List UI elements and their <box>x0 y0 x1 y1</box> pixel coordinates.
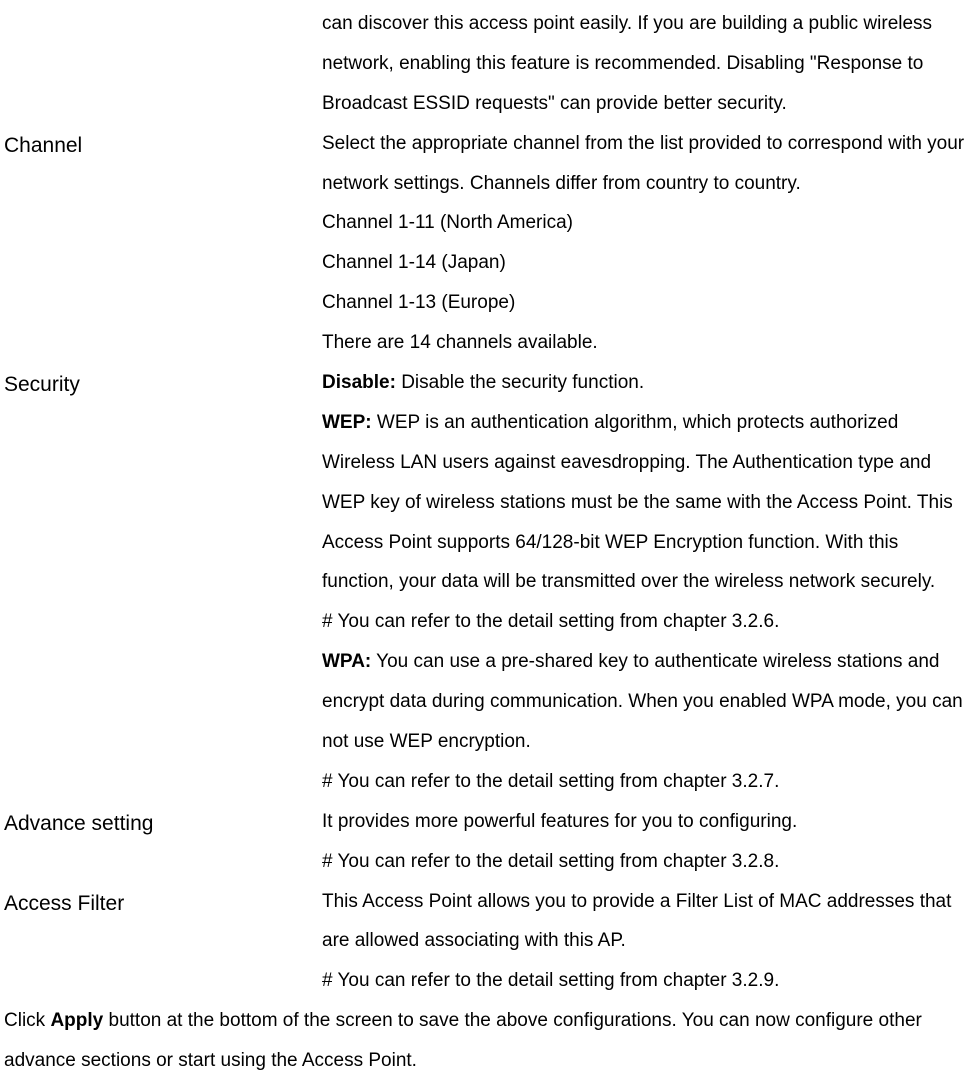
row-advance: Advance setting It provides more powerfu… <box>4 802 973 882</box>
label-access-filter: Access Filter <box>4 882 322 926</box>
content-channel: Select the appropriate channel from the … <box>322 124 973 363</box>
row-access-filter: Access Filter This Access Point allows y… <box>4 882 973 1002</box>
footer-text: Click Apply button at the bottom of the … <box>4 1001 973 1081</box>
label-security: Security <box>4 363 322 407</box>
row-channel: Channel Select the appropriate channel f… <box>4 124 973 363</box>
content-security: Disable: Disable the security function.W… <box>322 363 973 802</box>
content-access-filter: This Access Point allows you to provide … <box>322 882 973 1002</box>
row-security: Security Disable: Disable the security f… <box>4 363 973 802</box>
content-advance: It provides more powerful features for y… <box>322 802 973 882</box>
content-broadcast: can discover this access point easily. I… <box>322 4 973 124</box>
label-channel: Channel <box>4 124 322 168</box>
row-broadcast: can discover this access point easily. I… <box>4 4 973 124</box>
label-advance: Advance setting <box>4 802 322 846</box>
